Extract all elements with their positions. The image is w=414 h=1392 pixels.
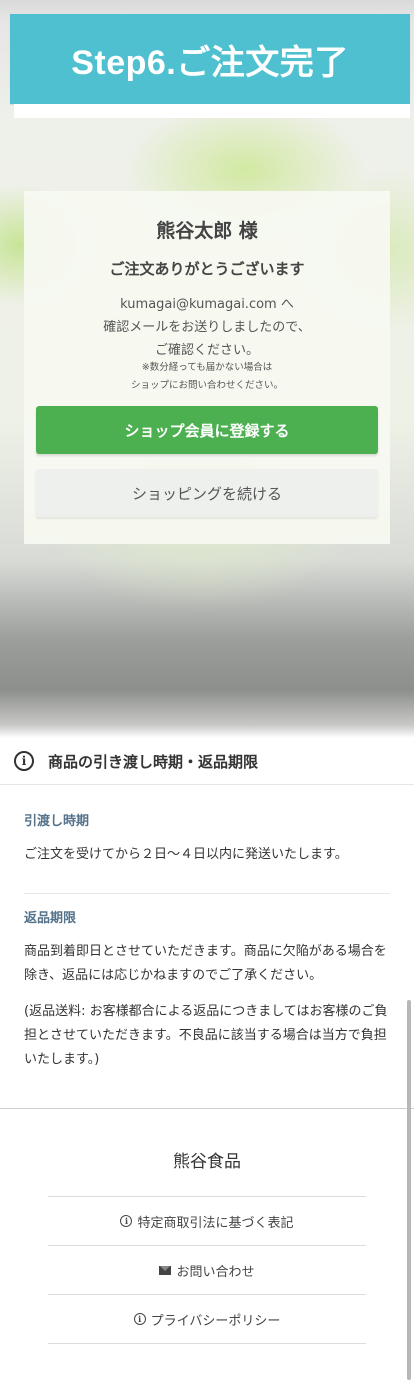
footer-link-label: 特定商取引法に基づく表記 (137, 1215, 294, 1231)
order-complete-hero: Step6.ご注文完了 熊谷太郎 様 ご注文ありがとうございます kumagai… (0, 0, 414, 738)
mail-icon (159, 1265, 172, 1275)
confirmation-sent-line: 確認メールをお送りしましたので、 (103, 320, 311, 335)
section-title: 商品の引き渡し時期・返品期限 (48, 752, 259, 771)
scrollbar[interactable] (407, 1000, 411, 1380)
delivery-text: ご注文を受けてから２日〜４日以内に発送いたします。 (24, 847, 348, 862)
customer-name: 熊谷太郎 様 (156, 220, 258, 242)
thanks-message: ご注文ありがとうございます (109, 260, 305, 278)
footer-links: i 特定商取引法に基づく表記 お問い合わせ i プライバシーポリシー (48, 1196, 366, 1344)
register-member-button[interactable]: ショップ会員に登録する (36, 406, 378, 454)
continue-shopping-button[interactable]: ショッピングを続ける (36, 469, 378, 517)
footer-link-label: プライバシーポリシー (150, 1313, 281, 1329)
returns-heading: 返品期限 (24, 911, 77, 926)
info-icon: i (120, 1215, 133, 1227)
step-banner: Step6.ご注文完了 (10, 14, 410, 104)
delivery-section-header: i 商品の引き渡し時期・返品期限 (0, 738, 414, 785)
footer-link-label: お問い合わせ (176, 1264, 255, 1280)
shop-name: 熊谷食品 (173, 1152, 241, 1172)
confirmation-email-line: kumagai@kumagai.com へ (120, 297, 294, 312)
footer-link-legal[interactable]: i 特定商取引法に基づく表記 (48, 1197, 366, 1246)
delivery-heading: 引渡し時期 (24, 814, 90, 829)
footer-divider (0, 1108, 414, 1109)
returns-note: (返品送料: お客様都合による返品につきましてはお客様のご負担とさせていただきま… (24, 1004, 388, 1067)
info-icon: i (133, 1313, 146, 1325)
order-complete-card: 熊谷太郎 様 ご注文ありがとうございます kumagai@kumagai.com… (24, 191, 390, 544)
email-note: ※数分経っても届かない場合は ショップにお問い合わせください。 (24, 359, 390, 395)
banner-underline (14, 104, 410, 118)
returns-text: 商品到着即日とさせていただきます。商品に欠陥がある場合を除き、返品には応じかねま… (24, 944, 387, 983)
info-circle-icon: i (14, 751, 34, 771)
divider (24, 893, 390, 894)
confirmation-message: kumagai@kumagai.com へ 確認メールをお送りしましたので、 ご… (24, 293, 390, 362)
email-note-line1: ※数分経っても届かない場合は (141, 362, 273, 373)
footer-link-contact[interactable]: お問い合わせ (48, 1246, 366, 1295)
email-note-line2: ショップにお問い合わせください。 (130, 380, 283, 391)
footer-link-privacy[interactable]: i プライバシーポリシー (48, 1295, 366, 1344)
